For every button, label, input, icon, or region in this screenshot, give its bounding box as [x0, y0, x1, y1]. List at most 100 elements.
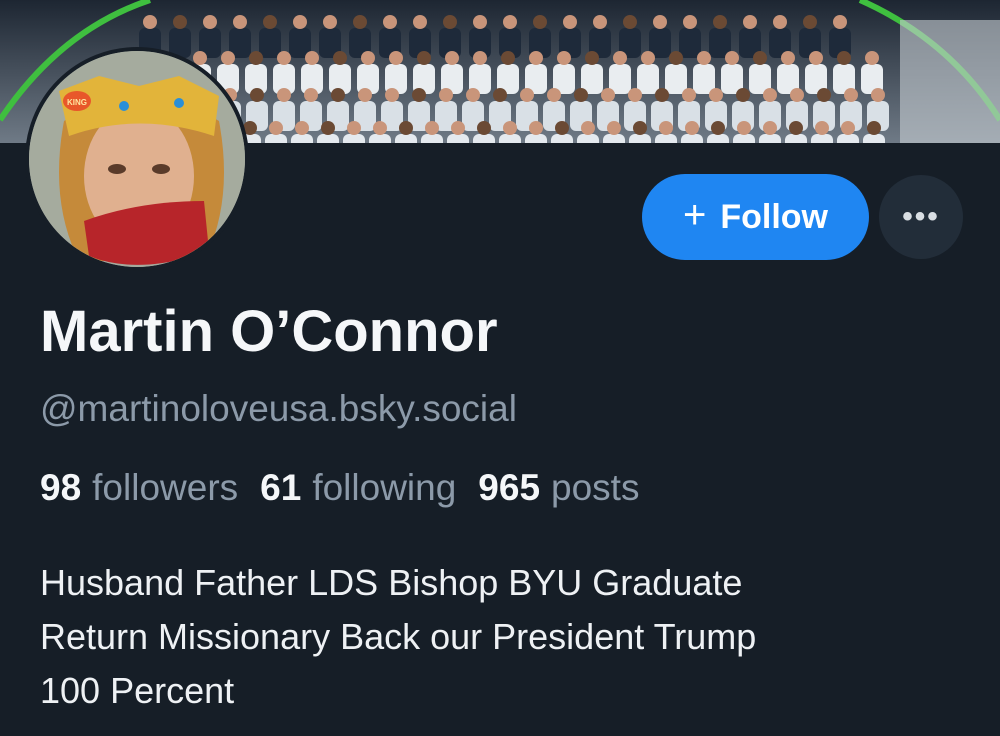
banner-figure [628, 88, 642, 102]
banner-figure [593, 15, 607, 29]
banner-figure [763, 88, 777, 102]
banner-figure [443, 15, 457, 29]
banner-figure [439, 88, 453, 102]
banner-figure [503, 121, 517, 135]
banner-figure [529, 121, 543, 135]
banner-figure [669, 51, 683, 65]
follow-label: Follow [720, 197, 828, 236]
banner-figure [477, 121, 491, 135]
banner-figure [533, 15, 547, 29]
banner-figure [709, 88, 723, 102]
svg-text:KING: KING [67, 98, 87, 107]
banner-figure [685, 121, 699, 135]
banner-figure [803, 15, 817, 29]
banner-figure [529, 51, 543, 65]
bio-line: Return Missionary Back our President Tru… [40, 616, 757, 657]
banner-figure [789, 121, 803, 135]
banner-figure [697, 51, 711, 65]
banner-figure [833, 15, 847, 29]
banner-figure [333, 51, 347, 65]
banner-figure [837, 51, 851, 65]
banner-figure [659, 121, 673, 135]
banner-figure [447, 134, 469, 143]
banner-figure [844, 88, 858, 102]
banner-figure [629, 134, 651, 143]
banner-figure [790, 88, 804, 102]
banner-figure [809, 51, 823, 65]
avatar-image: KING [29, 51, 245, 267]
banner-figure [389, 51, 403, 65]
banner-figure [412, 88, 426, 102]
banner-figure [607, 121, 621, 135]
ellipsis-icon: ••• [902, 200, 940, 233]
posts-label: posts [551, 467, 640, 508]
banner-figure [743, 15, 757, 29]
following-count: 61 [260, 467, 302, 508]
banner-figure [679, 28, 701, 58]
banner-figure [277, 51, 291, 65]
banner-figure [173, 15, 187, 29]
banner-figure [863, 134, 885, 143]
banner-figure [473, 51, 487, 65]
more-options-button[interactable]: ••• [879, 175, 963, 259]
banner-figure [417, 51, 431, 65]
follow-button[interactable]: + Follow [642, 174, 869, 260]
banner-figure [753, 51, 767, 65]
banner-figure [574, 88, 588, 102]
banner-figure [385, 88, 399, 102]
banner-figure [263, 15, 277, 29]
banner-figure [736, 88, 750, 102]
banner-figure [203, 15, 217, 29]
banner-figure [713, 15, 727, 29]
banner-figure [250, 88, 264, 102]
banner-figure [323, 15, 337, 29]
banner-figure [369, 134, 391, 143]
banner-figure [293, 15, 307, 29]
banner-figure [725, 51, 739, 65]
banner-figure [425, 121, 439, 135]
followers-count: 98 [40, 467, 82, 508]
banner-figure [493, 88, 507, 102]
banner-figure [613, 51, 627, 65]
bio-line: Husband Father LDS Bishop BYU Graduate [40, 562, 743, 603]
banner-figure [655, 134, 677, 143]
banner-figure [221, 51, 235, 65]
display-name: Martin O’Connor [40, 299, 498, 364]
banner-figure [641, 51, 655, 65]
following-link[interactable]: 61 following [260, 467, 456, 509]
banner-figure [681, 134, 703, 143]
banner-figure [421, 134, 443, 143]
banner-figure [577, 134, 599, 143]
banner-figure [347, 121, 361, 135]
banner-figure [304, 88, 318, 102]
followers-link[interactable]: 98 followers [40, 467, 238, 509]
banner-figure [603, 134, 625, 143]
avatar[interactable]: KING [25, 47, 249, 271]
posts-count: 965 [478, 467, 541, 508]
banner-figure [473, 134, 495, 143]
banner-figure [563, 15, 577, 29]
banner-figure [557, 51, 571, 65]
banner-figure [473, 15, 487, 29]
profile-stats: 98 followers 61 following 965 posts [40, 467, 639, 509]
banner-figure [451, 121, 465, 135]
banner-figure [503, 15, 517, 29]
banner-figure [259, 28, 281, 58]
banner-figure [711, 121, 725, 135]
banner-figure [499, 134, 521, 143]
banner-figure [269, 121, 283, 135]
banner-figure [413, 15, 427, 29]
banner-figure [233, 15, 247, 29]
banner-figure [331, 88, 345, 102]
banner-figure [551, 134, 573, 143]
banner-figure [317, 134, 339, 143]
banner-figure [291, 134, 313, 143]
banner-figure [737, 121, 751, 135]
banner-figure [501, 51, 515, 65]
banner-figure [781, 51, 795, 65]
banner-figure [353, 15, 367, 29]
banner-figure [637, 64, 659, 94]
banner-figure [601, 88, 615, 102]
banner-figure [811, 134, 833, 143]
banner-figure [249, 51, 263, 65]
